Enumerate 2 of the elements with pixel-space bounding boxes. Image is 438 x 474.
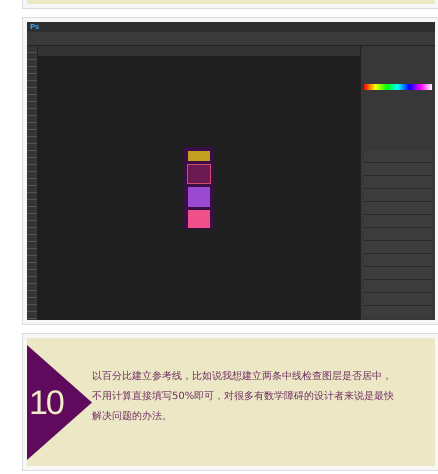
step-marker: 10 <box>27 345 92 460</box>
step-text: 以百分比建立参考线，比如说我想建立两条中线检查图层是否居中， 不用计算直接填写50%即可，对很多有数学障碍的设计者来说是最快 解决问题的办法。 <box>92 370 394 424</box>
